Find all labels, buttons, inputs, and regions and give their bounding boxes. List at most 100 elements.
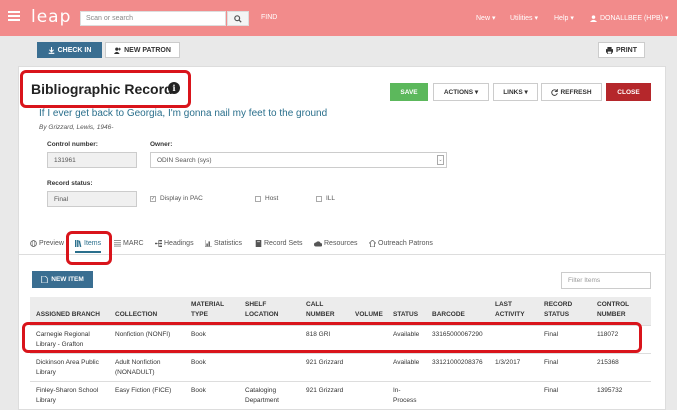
tab-statistics[interactable]: Statistics xyxy=(205,240,242,247)
column-header[interactable]: CONTROL NUMBER xyxy=(597,300,629,320)
close-button[interactable]: CLOSE xyxy=(606,83,651,101)
table-cell: 1395732 xyxy=(597,386,622,396)
tab-resources[interactable]: Resources xyxy=(314,240,357,247)
owner-select[interactable]: ODIN Search (sys) ⌄ xyxy=(150,152,447,168)
column-header[interactable]: STATUS xyxy=(393,310,418,320)
column-header-line: SHELF xyxy=(245,301,267,308)
book-icon xyxy=(255,240,262,247)
table-cell: 1/3/2017 xyxy=(495,358,520,368)
row-divider xyxy=(30,353,651,354)
column-header-line: NUMBER xyxy=(597,311,626,318)
column-header[interactable]: ASSIGNED BRANCH xyxy=(36,310,100,320)
column-header-line: LAST xyxy=(495,301,512,308)
chevron-down-icon: ⌄ xyxy=(437,155,444,165)
highlight-box-row xyxy=(22,322,642,353)
record-title: If I ever get back to Georgia, I'm gonna… xyxy=(39,108,328,119)
refresh-label: REFRESH xyxy=(560,88,592,96)
column-header[interactable]: COLLECTION xyxy=(115,310,157,320)
column-header-line: CONTROL xyxy=(597,301,630,308)
new-patron-label: NEW PATRON xyxy=(124,46,171,54)
tab-marc[interactable]: MARC xyxy=(114,240,144,247)
table-cell-line: Process xyxy=(393,397,417,404)
column-header-line: STATUS xyxy=(544,311,570,318)
tab-outreach-patrons[interactable]: Outreach Patrons xyxy=(369,240,433,247)
table-cell-line: 1395732 xyxy=(597,387,623,394)
checkbox-icon xyxy=(316,195,322,202)
save-button[interactable]: SAVE xyxy=(390,83,428,101)
table-cell-line: Easy Fiction (FICE) xyxy=(115,387,172,394)
table-cell-line: Dickinson Area Public xyxy=(36,359,99,366)
row-divider xyxy=(30,381,651,382)
column-header-line: COLLECTION xyxy=(115,311,158,318)
column-header[interactable]: RECORD STATUS xyxy=(544,300,572,320)
table-cell: In- Process xyxy=(393,386,416,406)
column-header-line: TYPE xyxy=(191,311,208,318)
add-user-icon xyxy=(114,46,122,54)
tab-headings[interactable]: Headings xyxy=(155,240,194,247)
new-menu[interactable]: New ▾ xyxy=(476,14,495,22)
new-patron-button[interactable]: NEW PATRON xyxy=(105,42,180,58)
column-header[interactable]: BARCODE xyxy=(432,310,465,320)
actions-dropdown[interactable]: ACTIONS ▾ xyxy=(433,83,489,101)
refresh-button[interactable]: REFRESH xyxy=(541,83,602,101)
column-header-line: CALL xyxy=(306,301,324,308)
tabs-divider xyxy=(18,254,666,255)
column-header[interactable]: SHELF LOCATION xyxy=(245,300,278,320)
table-cell: Book xyxy=(191,358,206,368)
cloud-icon xyxy=(314,241,322,247)
control-number-field: 131961 xyxy=(47,152,137,168)
sitemap-icon xyxy=(155,240,162,247)
table-cell-line: Library xyxy=(36,397,56,404)
column-header[interactable]: CALL NUMBER xyxy=(306,300,335,320)
table-cell: 33121000208376 xyxy=(432,358,483,368)
utilities-menu[interactable]: Utilities ▾ xyxy=(510,14,538,22)
print-label: PRINT xyxy=(616,46,637,54)
table-cell-line: Final xyxy=(544,359,559,366)
column-header[interactable]: MATERIAL TYPE xyxy=(191,300,224,320)
tab-preview[interactable]: Preview xyxy=(30,240,64,247)
column-header[interactable]: VOLUME xyxy=(355,310,383,320)
column-header[interactable]: LAST ACTIVITY xyxy=(495,300,525,320)
table-cell-line: In- xyxy=(393,387,401,394)
table-cell-line: Finley-Sharon School xyxy=(36,387,99,394)
host-checkbox[interactable]: Host xyxy=(255,195,278,202)
download-icon xyxy=(48,46,54,54)
owner-label: Owner: xyxy=(150,141,173,148)
search-icon xyxy=(234,14,242,23)
user-name: DONALLBEE (HPB) ▾ xyxy=(600,15,669,22)
help-menu[interactable]: Help ▾ xyxy=(554,14,574,22)
record-status-label: Record status: xyxy=(47,180,93,187)
info-icon[interactable]: i xyxy=(168,82,180,94)
record-status-field: Final xyxy=(47,191,137,207)
table-cell: 921 Grizzard xyxy=(306,358,343,368)
new-item-button[interactable]: NEW ITEM xyxy=(32,271,93,288)
ill-checkbox[interactable]: ILL xyxy=(316,195,335,202)
tab-record-sets[interactable]: Record Sets xyxy=(255,240,303,247)
search-input[interactable]: Scan or search xyxy=(80,11,226,26)
table-cell-line: Book xyxy=(191,359,206,366)
display-in-pac-checkbox[interactable]: ✓ Display in PAC xyxy=(150,195,203,202)
tab-marc-label: MARC xyxy=(123,240,144,247)
table-cell: Cataloging Department xyxy=(245,386,279,406)
bar-chart-icon xyxy=(205,240,212,247)
filter-items-input[interactable]: Filter Items xyxy=(561,272,651,289)
column-header-line: VOLUME xyxy=(355,311,383,318)
print-button[interactable]: PRINT xyxy=(598,42,645,58)
table-cell: Final xyxy=(544,386,558,396)
table-cell[interactable]: Finley-Sharon School Library xyxy=(36,386,98,406)
find-link[interactable]: FIND xyxy=(261,14,277,21)
search-button[interactable] xyxy=(227,11,249,26)
user-menu[interactable]: DONALLBEE (HPB) ▾ xyxy=(590,14,668,22)
table-cell[interactable]: Dickinson Area Public Library xyxy=(36,358,99,378)
table-cell-line: 215368 xyxy=(597,359,619,366)
table-cell: Easy Fiction (FICE) xyxy=(115,386,171,396)
hamburger-menu-icon[interactable] xyxy=(8,11,20,21)
table-cell-line: Available xyxy=(393,359,420,366)
table-cell-line: Adult Nonfiction xyxy=(115,359,161,366)
refresh-icon xyxy=(551,88,559,96)
check-in-button[interactable]: CHECK IN xyxy=(37,42,102,58)
marc-list-icon xyxy=(114,240,121,247)
app-logo[interactable]: leap xyxy=(31,7,71,27)
column-header-line: ACTIVITY xyxy=(495,311,525,318)
links-dropdown[interactable]: LINKS ▾ xyxy=(493,83,538,101)
